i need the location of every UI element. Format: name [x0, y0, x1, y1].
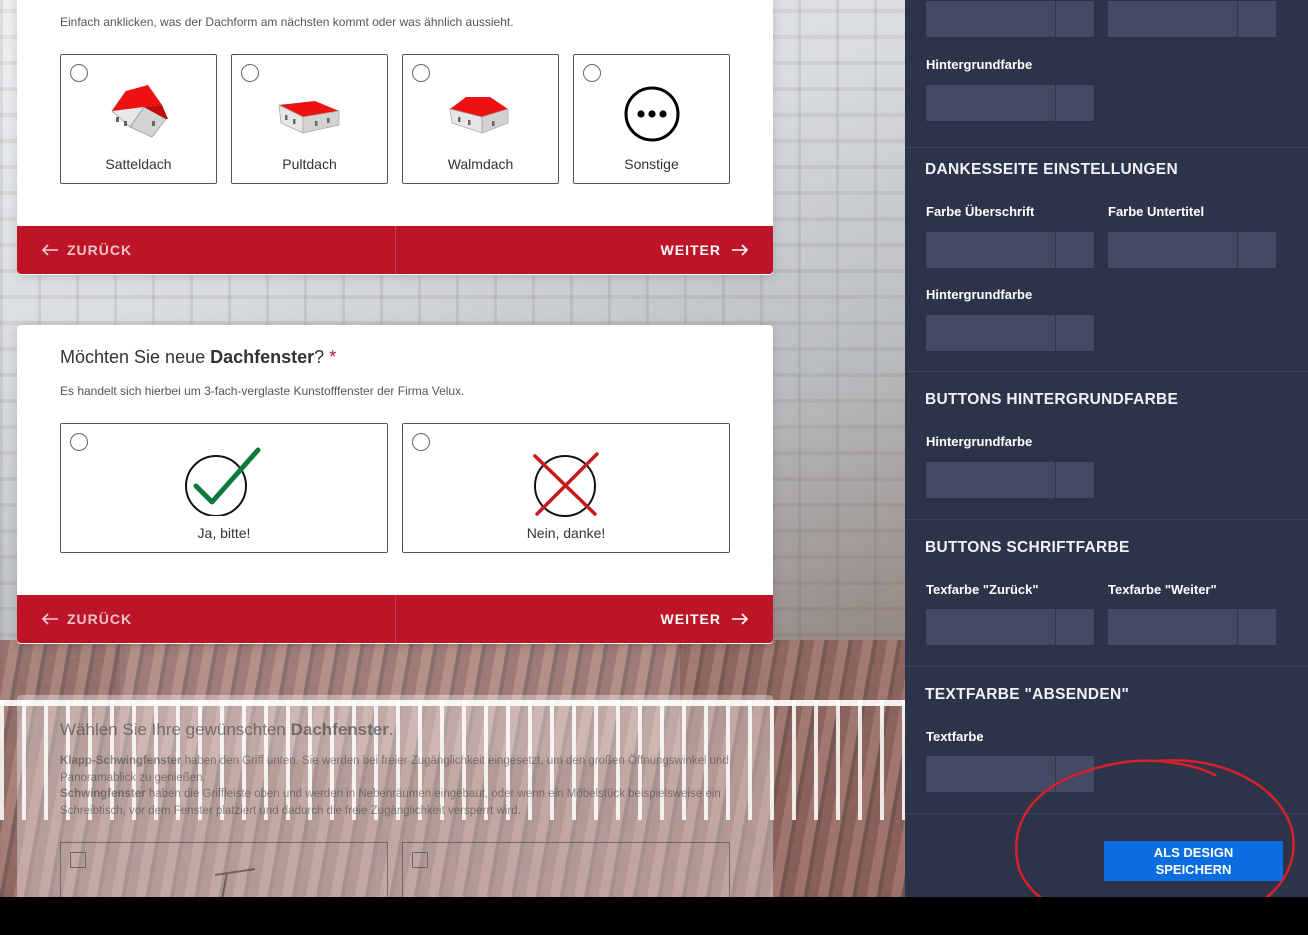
form-preview: Einfach anklicken, was der Dachform am n… — [0, 0, 905, 897]
option-no[interactable]: Nein, danke! — [402, 423, 730, 553]
skylight-hint: Es handelt sich hierbei um 3-fach-vergla… — [60, 384, 465, 398]
back-button[interactable]: ZURÜCK — [17, 595, 396, 643]
skylight-question: Möchten Sie neue Dachfenster? * — [60, 347, 336, 368]
checkbox-option-1[interactable] — [70, 852, 86, 868]
ellipsis-circle-icon — [624, 86, 679, 142]
label-submit-text-color: Textfarbe — [926, 729, 984, 744]
color-input-back-text[interactable] — [925, 608, 1095, 646]
arrow-left-icon — [41, 244, 58, 256]
window-sketch-icon — [214, 868, 256, 897]
next-button[interactable]: WEITER — [396, 226, 774, 274]
option-schwingfenster[interactable] — [402, 842, 730, 897]
option-yes[interactable]: Ja, bitte! — [60, 423, 388, 553]
radio-no[interactable] — [412, 433, 430, 451]
arrow-right-icon — [732, 244, 749, 256]
color-input-next-text[interactable] — [1107, 608, 1277, 646]
desc-line1-bold: Klapp-Schwingfenster — [60, 755, 182, 767]
save-as-design-button[interactable]: ALS DESIGN SPEICHERN — [1104, 841, 1283, 881]
buttons-background-title: BUTTONS HINTERGRUNDFARBE — [925, 391, 1179, 408]
color-input-background-top[interactable] — [925, 84, 1095, 122]
checkbox-option-2[interactable] — [412, 852, 428, 868]
design-settings-panel: Hintergrundfarbe DANKESSEITE EINSTELLUNG… — [905, 0, 1308, 897]
roof-type-card: Einfach anklicken, was der Dachform am n… — [17, 0, 773, 275]
back-button-label: ZURÜCK — [67, 242, 133, 258]
back-button-label: ZURÜCK — [67, 611, 133, 627]
save-button-line1: ALS DESIGN — [1153, 845, 1234, 860]
skylight-question-bold: Dachfenster — [210, 347, 315, 367]
skylight-question-prefix: Möchten Sie neue — [60, 347, 211, 367]
desc-line2-bold: Schwingfenster — [60, 788, 146, 800]
submit-text-color-title: TEXTFARBE "ABSENDEN" — [925, 686, 1130, 703]
radio-walmdach[interactable] — [412, 64, 430, 82]
skylight-card: Möchten Sie neue Dachfenster? * Es hande… — [17, 325, 773, 644]
option-label-no: Nein, danke! — [526, 525, 606, 541]
mono-pitch-roof-house-icon — [278, 101, 339, 134]
option-label-satteldach: Satteldach — [105, 156, 172, 172]
next-button-label: WEITER — [660, 611, 721, 627]
roof-type-hint: Einfach anklicken, was der Dachform am n… — [60, 15, 514, 29]
skylight-question-suffix: ? — [314, 347, 325, 367]
next-button-label: WEITER — [660, 242, 721, 258]
option-label-walmdach: Walmdach — [447, 156, 514, 172]
buttons-font-section: BUTTONS SCHRIFTFARBE Texfarbe "Zurück" T… — [905, 520, 1308, 667]
option-pultdach[interactable]: Pultdach — [231, 54, 388, 184]
save-button-line2: SPEICHERN — [1155, 862, 1232, 877]
option-satteldach[interactable]: Satteldach — [60, 54, 217, 184]
radio-pultdach[interactable] — [241, 64, 259, 82]
window-choice-prefix: Wählen Sie Ihre gewünschten — [60, 720, 291, 739]
label-thankyou-background: Hintergrundfarbe — [926, 287, 1033, 302]
cross-circle-icon — [533, 452, 599, 517]
radio-sonstige[interactable] — [583, 64, 601, 82]
bottom-black-bar — [0, 897, 1308, 935]
label-background-top: Hintergrundfarbe — [926, 57, 1033, 72]
label-buttons-background: Hintergrundfarbe — [926, 434, 1033, 449]
label-next-text-color: Texfarbe "Weiter" — [1108, 582, 1217, 597]
label-subtitle-color: Farbe Untertitel — [1108, 204, 1205, 219]
color-input-headline[interactable] — [925, 231, 1095, 269]
skylight-nav: ZURÜCK WEITER — [17, 595, 773, 643]
window-choice-suffix: . — [388, 720, 394, 739]
window-choice-question: Wählen Sie Ihre gewünschten Dachfenster. — [60, 720, 394, 740]
color-input-thankyou-background[interactable] — [925, 314, 1095, 352]
required-mark: * — [329, 347, 337, 367]
color-input-top-left[interactable] — [925, 0, 1095, 38]
color-input-top-right[interactable] — [1107, 0, 1277, 38]
submit-text-color-section: TEXTFARBE "ABSENDEN" Textfarbe — [905, 667, 1308, 814]
radio-yes[interactable] — [70, 433, 88, 451]
hip-roof-house-icon — [449, 97, 508, 134]
color-input-buttons-background[interactable] — [925, 461, 1095, 499]
option-label-sonstige: Sonstige — [624, 156, 679, 172]
back-button[interactable]: ZURÜCK — [17, 226, 396, 274]
window-choice-bold: Dachfenster — [290, 720, 389, 739]
option-walmdach[interactable]: Walmdach — [402, 54, 559, 184]
check-circle-icon — [185, 447, 261, 516]
option-label-yes: Ja, bitte! — [197, 525, 251, 541]
thankyou-settings-section: DANKESSEITE EINSTELLUNGEN Farbe Überschr… — [905, 148, 1308, 372]
color-input-submit-text[interactable] — [925, 755, 1095, 793]
radio-satteldach[interactable] — [70, 64, 88, 82]
option-klapp-schwingfenster[interactable] — [60, 842, 388, 897]
desc-line2-text: haben die Griffleiste oben und werden in… — [60, 788, 721, 817]
buttons-background-section: BUTTONS HINTERGRUNDFARBE Hintergrundfarb… — [905, 372, 1308, 520]
saddle-roof-house-icon — [110, 85, 168, 138]
arrow-right-icon — [732, 613, 749, 625]
window-choice-card: Wählen Sie Ihre gewünschten Dachfenster.… — [17, 695, 773, 897]
next-button[interactable]: WEITER — [396, 595, 774, 643]
option-sonstige[interactable]: Sonstige — [573, 54, 730, 184]
color-input-subtitle[interactable] — [1107, 231, 1277, 269]
roof-type-nav: ZURÜCK WEITER — [17, 226, 773, 274]
window-choice-description: Klapp-Schwingfenster haben den Griff unt… — [60, 753, 740, 819]
label-back-text-color: Texfarbe "Zurück" — [926, 582, 1039, 597]
arrow-left-icon — [41, 613, 58, 625]
panel-top-section: Hintergrundfarbe — [905, 0, 1308, 148]
thankyou-settings-title: DANKESSEITE EINSTELLUNGEN — [925, 161, 1178, 178]
buttons-font-title: BUTTONS SCHRIFTFARBE — [925, 539, 1130, 556]
label-headline-color: Farbe Überschrift — [926, 204, 1035, 219]
option-label-pultdach: Pultdach — [282, 156, 337, 172]
